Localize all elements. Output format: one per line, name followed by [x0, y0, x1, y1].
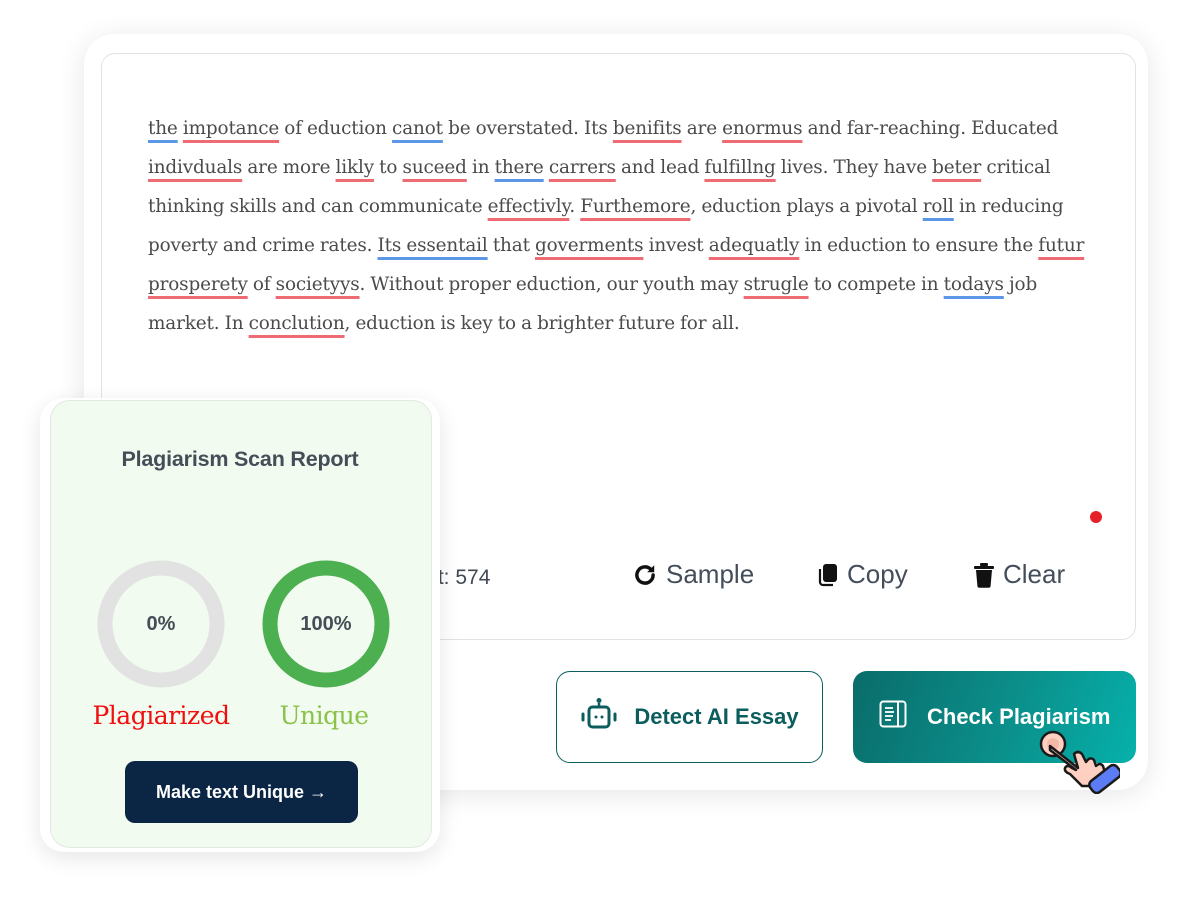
plagiarized-ring: 0% — [95, 558, 227, 690]
spelling-error[interactable]: strugle — [744, 274, 809, 295]
plagiarized-label: Plagiarized — [92, 701, 230, 730]
spelling-error[interactable]: societyys — [276, 274, 360, 295]
grammar-error[interactable]: roll — [923, 196, 954, 217]
refresh-icon — [632, 562, 658, 588]
report-panel: Plagiarism Scan Report 0% 100% Plagiariz… — [50, 400, 432, 848]
spelling-error[interactable]: goverments — [535, 235, 644, 256]
spelling-error[interactable]: enormus — [722, 118, 802, 139]
clear-button[interactable]: Clear — [973, 559, 1065, 590]
copy-label: Copy — [847, 559, 908, 589]
spelling-error[interactable]: suceed — [403, 157, 467, 178]
copy-icon — [817, 563, 839, 587]
unique-percent: 100% — [300, 612, 352, 635]
detect-ai-essay-button[interactable]: Detect AI Essay — [556, 671, 823, 763]
clear-label: Clear — [1003, 559, 1066, 589]
spelling-error[interactable]: benifits — [613, 118, 682, 139]
spelling-error[interactable]: impotance — [183, 118, 279, 139]
grammar-error[interactable]: Its essentail — [378, 235, 488, 256]
essay-text[interactable]: the impotance of eduction canot be overs… — [148, 109, 1098, 343]
detect-ai-label: Detect AI Essay — [634, 704, 799, 729]
spelling-error[interactable]: Furthemore — [580, 196, 690, 217]
make-text-unique-button[interactable]: Make text Unique → — [125, 761, 358, 823]
spelling-error[interactable]: adequatly — [709, 235, 800, 256]
spelling-error[interactable]: indivduals — [148, 157, 242, 178]
spelling-error[interactable]: carrers — [549, 157, 616, 178]
hand-pointer-icon — [1030, 724, 1122, 795]
trash-icon — [973, 562, 995, 588]
spelling-error[interactable]: beter — [932, 157, 981, 178]
spelling-error[interactable]: likly — [336, 157, 375, 178]
sample-label: Sample — [666, 559, 755, 589]
grammar-error[interactable]: the — [148, 118, 178, 139]
robot-icon — [580, 697, 618, 737]
spelling-error[interactable]: prosperety — [148, 274, 248, 295]
document-icon — [879, 700, 907, 734]
grammar-error[interactable]: todays — [944, 274, 1004, 295]
sample-button[interactable]: Sample — [632, 559, 754, 590]
report-title: Plagiarism Scan Report — [121, 447, 359, 471]
status-dot — [1090, 511, 1102, 523]
grammar-error[interactable]: canot — [392, 118, 443, 139]
unique-ring: 100% — [260, 558, 392, 690]
grammar-error[interactable]: there — [495, 157, 544, 178]
plagiarized-percent: 0% — [146, 612, 176, 635]
plagiarism-report-card: Plagiarism Scan Report 0% 100% Plagiariz… — [40, 398, 440, 852]
spelling-error[interactable]: futur — [1038, 235, 1084, 256]
spelling-error[interactable]: conclution — [249, 313, 345, 334]
spelling-error[interactable]: effectivly — [488, 196, 570, 217]
spelling-error[interactable]: fulfillng — [704, 157, 775, 178]
unique-label: Unique — [279, 701, 369, 730]
copy-button[interactable]: Copy — [817, 559, 908, 590]
